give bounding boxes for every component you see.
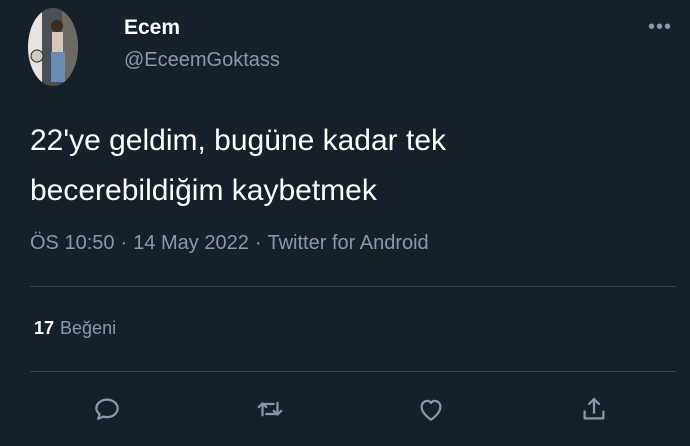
tweet-time[interactable]: ÖS 10:50: [30, 232, 115, 254]
tweet-meta: ÖS 10:50 · 14 May 2022 · Twitter for Android: [30, 232, 429, 255]
reply-button[interactable]: [90, 392, 124, 426]
tweet-text-line: becerebildiğim kaybetmek: [30, 174, 377, 207]
meta-separator: ·: [120, 232, 128, 254]
like-icon: [420, 399, 442, 421]
share-icon: [583, 397, 605, 420]
tweet-date[interactable]: 14 May 2022: [133, 232, 249, 254]
tweet-text: 22'ye geldim, bugüne kadar tek becerebil…: [30, 116, 660, 216]
avatar[interactable]: [28, 8, 78, 86]
reply-icon: [95, 398, 119, 420]
share-button[interactable]: [577, 392, 611, 426]
tweet-text-line: 22'ye geldim, bugüne kadar tek: [30, 124, 447, 157]
more-icon[interactable]: •••: [648, 16, 672, 39]
like-button[interactable]: [414, 392, 448, 426]
avatar-photo: [28, 8, 78, 86]
retweet-button[interactable]: [253, 392, 287, 426]
retweet-icon: [257, 401, 283, 417]
tweet-source[interactable]: Twitter for Android: [268, 232, 429, 254]
author-handle[interactable]: @EceemGoktass: [124, 49, 280, 72]
likes-count: 17: [34, 318, 55, 338]
divider: [30, 286, 676, 287]
likes-stat[interactable]: 17 Beğeni: [34, 318, 116, 339]
likes-label: Beğeni: [60, 318, 117, 338]
meta-separator: ·: [254, 232, 262, 254]
divider: [30, 371, 676, 372]
author-name[interactable]: Ecem: [124, 16, 180, 40]
